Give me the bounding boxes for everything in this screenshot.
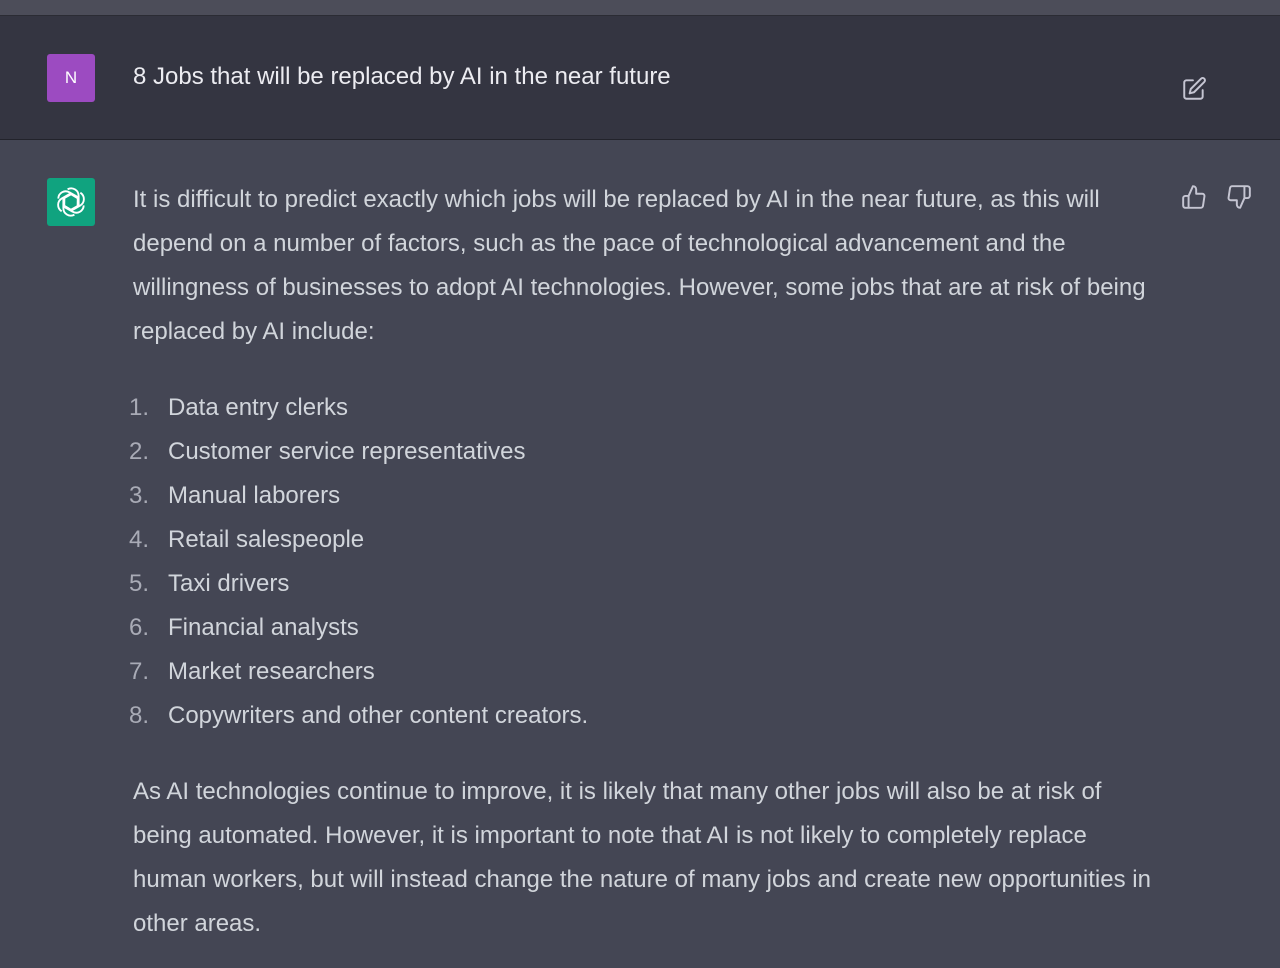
list-item: 1. Data entry clerks: [129, 386, 1163, 430]
thumbs-down-icon: [1227, 185, 1251, 209]
assistant-avatar: [47, 178, 95, 226]
list-item: 7. Market researchers: [129, 650, 1163, 694]
list-item-text: Market researchers: [168, 658, 375, 685]
list-item-number: 4.: [129, 526, 150, 553]
thumbs-down-button[interactable]: [1224, 182, 1254, 212]
list-item-number: 8.: [129, 702, 150, 729]
edit-message-button[interactable]: [1180, 75, 1208, 103]
list-item: 2. Customer service representatives: [129, 430, 1163, 474]
top-strip: [0, 0, 1280, 16]
list-item: 3. Manual laborers: [129, 474, 1163, 518]
edit-icon: [1183, 77, 1206, 100]
list-item-text: Financial analysts: [168, 614, 359, 641]
thumbs-up-button[interactable]: [1179, 182, 1209, 212]
list-item-number: 3.: [129, 482, 150, 509]
list-item-text: Taxi drivers: [168, 570, 290, 597]
list-item-text: Data entry clerks: [168, 394, 349, 421]
list-item: 5. Taxi drivers: [129, 562, 1163, 606]
list-item: 6. Financial analysts: [129, 606, 1163, 650]
assistant-message-row: It is difficult to predict exactly which…: [0, 140, 1280, 968]
list-item-number: 1.: [129, 394, 150, 421]
thumbs-up-icon: [1182, 185, 1206, 209]
list-item-number: 7.: [129, 658, 150, 685]
list-item-text: Retail salespeople: [168, 526, 365, 553]
list-item-number: 6.: [129, 614, 150, 641]
user-message-row: N 8 Jobs that will be replaced by AI in …: [0, 16, 1280, 140]
assistant-intro-paragraph: It is difficult to predict exactly which…: [133, 186, 1146, 345]
list-item-number: 5.: [129, 570, 150, 597]
list-item: 8. Copywriters and other content creators…: [129, 694, 1163, 738]
openai-logo-icon: [57, 187, 85, 217]
assistant-conclusion-paragraph: As AI technologies continue to improve, …: [133, 778, 1151, 937]
list-item-number: 2.: [129, 438, 150, 465]
user-avatar: N: [47, 54, 95, 102]
user-message-text: 8 Jobs that will be replaced by AI in th…: [133, 63, 671, 90]
user-avatar-initial: N: [64, 68, 78, 87]
list-item: 4. Retail salespeople: [129, 518, 1163, 562]
job-list: 1. Data entry clerks 2. Customer service r…: [129, 386, 1163, 738]
list-item-text: Copywriters and other content creators.: [168, 702, 589, 729]
list-item-text: Customer service representatives: [168, 438, 526, 465]
list-item-text: Manual laborers: [168, 482, 341, 509]
assistant-message-content: It is difficult to predict exactly which…: [129, 178, 1163, 946]
